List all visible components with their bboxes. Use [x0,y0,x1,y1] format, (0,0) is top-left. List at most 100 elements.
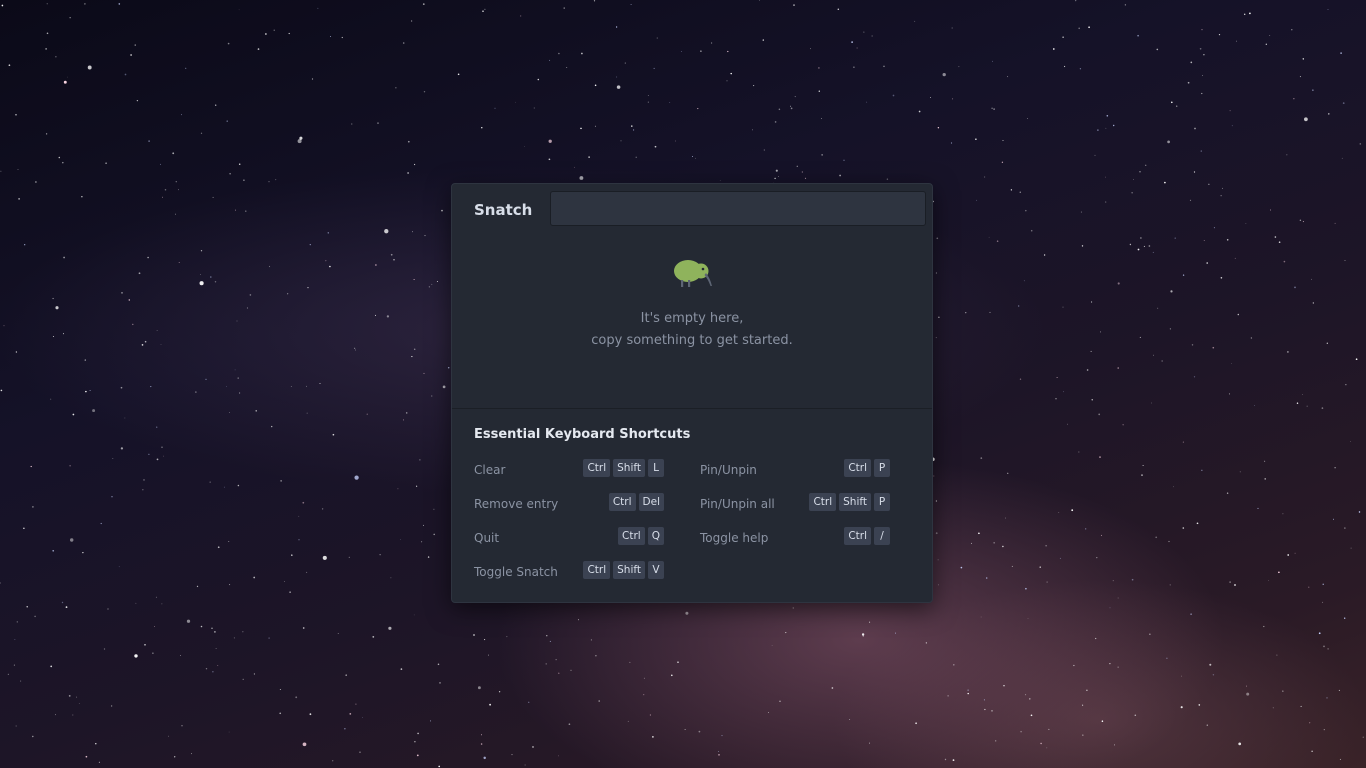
star [253,576,256,579]
star [1276,654,1278,656]
star [524,764,526,766]
star [1063,391,1065,393]
star [355,703,357,705]
star [411,356,413,358]
star [1201,469,1203,471]
star [1311,278,1312,280]
star [302,501,305,504]
star [1229,110,1231,112]
star [1263,625,1265,628]
star [1302,221,1304,223]
star [1309,722,1311,724]
star [306,571,308,573]
star [120,447,124,450]
star [975,138,977,141]
star [984,176,986,178]
star [801,171,803,173]
star [348,556,350,558]
star [84,3,86,5]
star [1025,209,1027,212]
star [1199,47,1202,50]
star [1196,522,1199,525]
star [249,294,252,296]
star [656,37,658,39]
star [366,413,368,415]
star [849,719,851,720]
star [1030,229,1033,232]
kiwi-bird-icon [674,260,712,287]
star [778,108,781,111]
star [988,236,990,238]
star [162,196,163,198]
star [1097,129,1099,131]
search-input[interactable] [550,191,926,226]
star [268,265,271,268]
star [212,671,214,673]
key-badge: Ctrl [608,493,636,511]
star [839,174,841,177]
star [62,161,64,164]
star [199,274,201,275]
star [1342,102,1345,104]
star [1362,736,1364,738]
star [752,129,753,131]
star [58,156,61,159]
star [52,336,54,338]
key-badge: / [874,527,890,545]
star [532,746,534,748]
star [1075,0,1077,2]
star [50,398,52,400]
star [851,41,853,43]
star [103,648,106,650]
star [144,340,147,343]
star [302,742,307,747]
star [918,110,921,113]
star [1133,179,1134,180]
key-badge: Ctrl [844,459,871,477]
star [935,272,937,274]
star [692,156,693,157]
star [1117,666,1119,668]
star [1007,76,1009,78]
star [156,426,158,428]
shortcut-toggle-help: Toggle help Ctrl / [700,527,890,547]
star [289,591,291,593]
star [330,36,331,37]
star [0,582,1,584]
star [1198,704,1201,706]
star [1334,222,1336,224]
star [148,140,150,142]
star [271,425,273,428]
star [1203,240,1205,242]
star [719,180,721,181]
star [818,67,820,69]
star [85,390,87,393]
star [1140,237,1142,239]
star [711,42,713,44]
star [993,542,995,544]
star [804,177,807,179]
star [558,755,559,757]
star [594,84,597,87]
star [162,455,164,457]
star [1148,245,1151,247]
star [186,619,191,623]
star [1091,301,1093,303]
star [178,261,180,263]
star [81,196,83,198]
star [1254,405,1255,406]
star [181,725,183,727]
star [407,140,410,143]
star [624,62,626,64]
star [533,107,535,109]
star [1139,336,1141,338]
shortcut-quit: Quit Ctrl Q [474,527,664,547]
star [489,703,491,706]
star [395,87,397,89]
star [152,652,154,654]
star [1181,675,1183,677]
star [298,515,300,517]
star [52,297,54,300]
star [1264,460,1266,462]
star [1326,697,1328,699]
